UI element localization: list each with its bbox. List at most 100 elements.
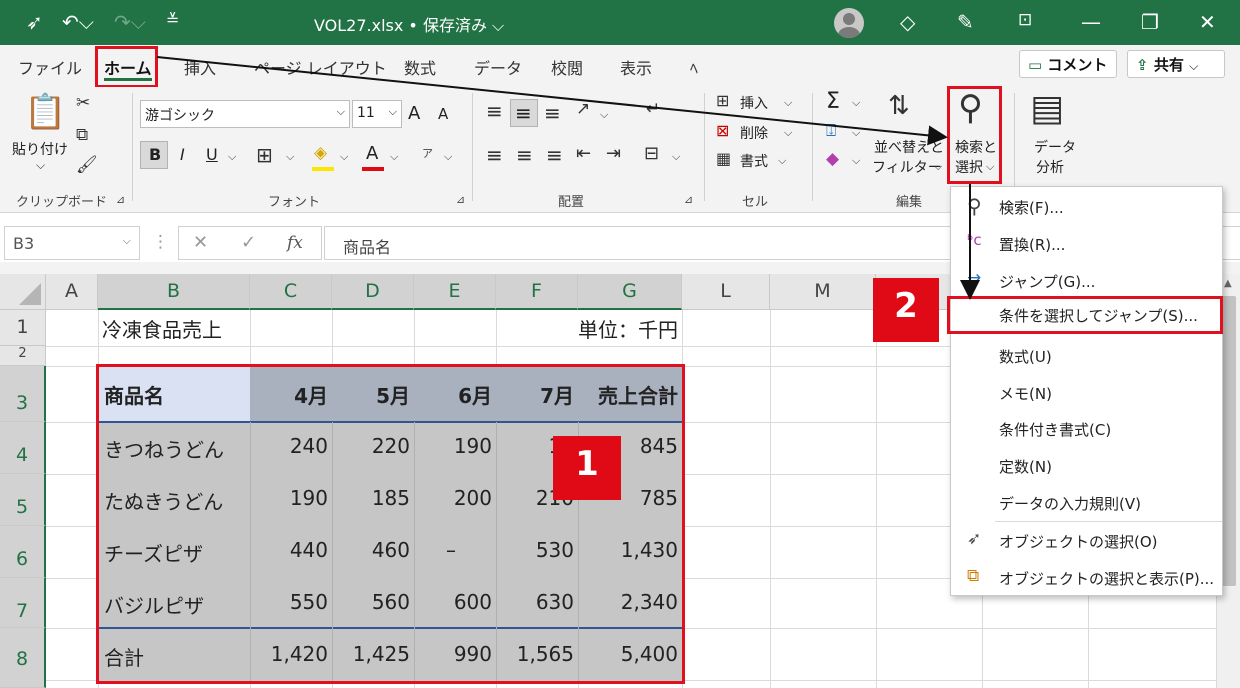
analyze-data-label-1[interactable]: データ [1034,137,1076,157]
chevron-down-icon[interactable]: ⌵ [286,151,294,162]
window-title[interactable]: VOL27.xlsx • 保存済み ⌵ [314,12,504,36]
chevron-down-icon[interactable]: ⌵ [340,151,348,162]
insert-cells-icon[interactable]: ⊞ [716,93,729,109]
row-header-8[interactable]: 8 [0,628,46,688]
paste-label[interactable]: 貼り付け [12,139,68,159]
unit-label[interactable]: 単位：千円 [500,314,678,343]
clear-icon[interactable]: ◆ [826,151,839,168]
column-header-l[interactable]: L [682,274,770,310]
borders-icon[interactable]: ⊞ [256,145,273,165]
column-header-c[interactable]: C [250,274,332,310]
fill-icon[interactable]: ⍗ [826,123,836,140]
chevron-down-icon[interactable]: ⌵ [390,151,398,162]
close-icon[interactable]: ✕ [1199,10,1216,34]
pen-icon[interactable]: ✎ [957,10,974,34]
chevron-down-icon[interactable]: ⌵ [852,127,860,138]
select-all-button[interactable] [0,274,46,310]
tab-insert[interactable]: 挿入 [184,55,216,79]
ribbon-display-icon[interactable]: ⊡ [1018,10,1032,30]
redo-icon[interactable]: ↷⌵ [114,10,146,34]
chevron-down-icon[interactable]: ⌵ [852,97,860,108]
select-pointer-icon[interactable]: ➶ [26,10,43,34]
tab-data[interactable]: データ [474,55,522,79]
row-header-1[interactable]: 1 [0,310,46,346]
menu-item-replace[interactable]: 置換(R)... [999,234,1065,255]
align-center-icon[interactable]: ≡ [516,145,533,165]
decrease-indent-icon[interactable]: ⇤ [576,145,591,163]
font-name-select[interactable]: 游ゴシック ⌵ [140,100,350,128]
chevron-down-icon[interactable]: ⌵ [784,127,792,138]
tab-review[interactable]: 校閲 [551,55,583,79]
chevron-down-icon[interactable]: ⌵ [36,159,45,171]
scrollbar-thumb[interactable] [1221,296,1236,586]
paste-icon[interactable]: 📋 [24,95,66,129]
row-header-5[interactable]: 5 [0,474,46,526]
align-left-icon[interactable]: ≡ [486,145,503,165]
column-header-a[interactable]: A [46,274,98,310]
phonetic-guide-icon[interactable]: ア [422,145,433,161]
minimize-icon[interactable]: — [1081,10,1101,34]
row-header-6[interactable]: 6 [0,526,46,578]
format-painter-icon[interactable]: 🖌 [76,157,98,174]
column-header-b[interactable]: B [98,274,250,310]
underline-button[interactable]: U [206,145,218,164]
format-cells-label[interactable]: 書式 [740,151,768,171]
sort-filter-label-2[interactable]: フィルター [872,157,942,177]
restore-icon[interactable]: ❐ [1141,10,1159,34]
row-header-4[interactable]: 4 [0,422,46,474]
font-size-select[interactable]: 11 ⌵ [352,100,402,128]
undo-icon[interactable]: ↶⌵ [62,10,94,34]
analyze-data-icon[interactable]: ▤ [1030,91,1064,127]
font-color-icon[interactable]: A [366,143,378,164]
tab-more[interactable]: ﾍ [690,55,698,79]
menu-item-selection-pane[interactable]: オブジェクトの選択と表示(P)... [999,568,1214,589]
menu-item-conditional-formatting[interactable]: 条件付き書式(C) [999,419,1111,440]
increase-indent-icon[interactable]: ⇥ [606,145,621,163]
insert-function-icon[interactable]: fx [287,233,303,253]
column-header-m[interactable]: M [770,274,876,310]
align-bottom-icon[interactable]: ≡ [544,103,561,123]
align-right-icon[interactable]: ≡ [546,145,563,165]
delete-cells-icon[interactable]: ⊠ [716,123,729,139]
insert-cells-label[interactable]: 挿入 [740,93,768,113]
row-header-7[interactable]: 7 [0,578,46,628]
chevron-down-icon[interactable]: ⌵ [228,151,236,162]
tab-file[interactable]: ファイル [18,55,82,79]
sheet-title[interactable]: 冷凍食品売上 [102,314,222,343]
chevron-down-icon[interactable]: ⌵ [600,109,608,120]
align-middle-button[interactable]: ≡ [510,99,538,127]
chevron-down-icon[interactable]: ⌵ [778,155,786,166]
enter-icon[interactable]: ✓ [241,234,256,252]
chevron-down-icon[interactable]: ⌵ [852,155,860,166]
dialog-launcher-icon[interactable]: ⊿ [116,193,125,206]
cancel-icon[interactable]: ✕ [193,234,208,252]
italic-button[interactable]: I [180,145,185,164]
dialog-launcher-icon[interactable]: ⊿ [684,193,693,206]
delete-cells-label[interactable]: 削除 [740,123,768,143]
chevron-down-icon[interactable]: ⌵ [444,151,452,162]
sort-filter-icon[interactable]: ⇅ [888,93,910,119]
format-cells-icon[interactable]: ▦ [716,151,731,167]
menu-item-constants[interactable]: 定数(N) [999,456,1052,477]
fill-color-icon[interactable]: ◈ [314,145,327,162]
customize-quick-access-icon[interactable]: ≚ [166,10,179,29]
comment-button[interactable]: ▭ コメント [1019,50,1117,78]
copy-icon[interactable]: ⧉ [76,127,88,144]
menu-item-formulas[interactable]: 数式(U) [999,346,1052,367]
share-button[interactable]: ⇪ 共有 ⌵ [1127,50,1225,78]
chevron-down-icon[interactable]: ⌵ [672,151,680,162]
column-header-d[interactable]: D [332,274,414,310]
orientation-icon[interactable]: ↗ [576,101,590,118]
align-top-icon[interactable]: ≡ [486,101,503,121]
shrink-font-icon[interactable]: A [438,105,448,123]
column-header-e[interactable]: E [414,274,496,310]
menu-item-data-validation[interactable]: データの入力規則(V) [999,493,1141,514]
scroll-up-icon[interactable]: ▲ [1224,278,1232,289]
autosum-icon[interactable]: Σ [826,89,840,114]
merge-center-icon[interactable]: ⊟ [644,145,659,163]
menu-item-notes[interactable]: メモ(N) [999,383,1052,404]
row-header-3[interactable]: 3 [0,366,46,422]
name-box[interactable]: B3 ⌵ [4,226,140,260]
grow-font-icon[interactable]: A [408,103,420,124]
menu-item-select-objects[interactable]: オブジェクトの選択(O) [999,531,1158,552]
